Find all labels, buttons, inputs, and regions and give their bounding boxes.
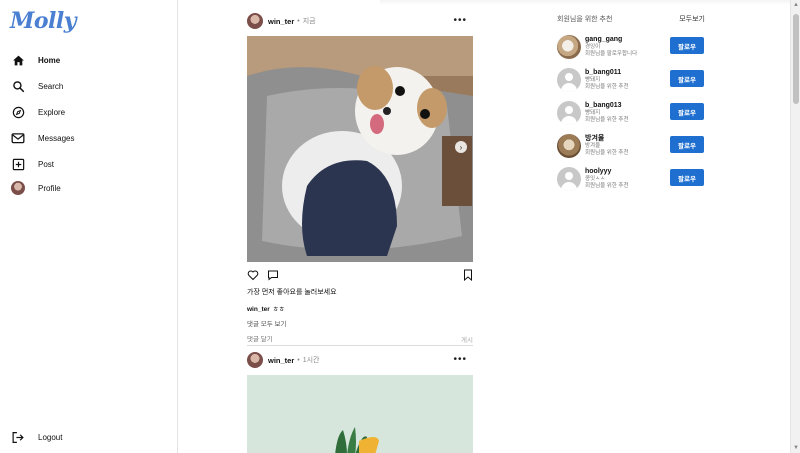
brand-logo[interactable]: Molly bbox=[10, 8, 77, 34]
sidebar-item-explore[interactable]: Explore bbox=[10, 102, 160, 122]
suggestion-item: 방겨울 방겨울 회원님을 위한 추천 팔로우 bbox=[557, 133, 705, 158]
next-image-button[interactable]: › bbox=[455, 141, 467, 153]
suggestion-username[interactable]: b_bang011 bbox=[585, 69, 629, 77]
likes-text: 가장 먼저 좋아요를 눌러보세요 bbox=[247, 289, 337, 296]
comment-input[interactable] bbox=[247, 336, 427, 343]
home-icon bbox=[10, 52, 26, 68]
suggestion-username[interactable]: b_bang013 bbox=[585, 102, 629, 110]
top-shadow bbox=[380, 0, 790, 5]
suggestion-nickname: 빵돼지 bbox=[585, 77, 601, 84]
follow-button[interactable]: 팔로우 bbox=[670, 103, 704, 120]
post-caption: win_ter ㅎㅎ bbox=[247, 303, 473, 313]
suggestions-panel: 회원님을 위한 추천 모두보기 gang_gang 경잉이 회원님을 팔로우합니… bbox=[557, 14, 705, 191]
scroll-up-icon[interactable]: ▲ bbox=[793, 2, 799, 8]
logout-label: Logout bbox=[38, 432, 63, 442]
illustration-photo bbox=[247, 375, 473, 453]
suggestion-nickname: 경잉이 bbox=[585, 44, 601, 51]
post-time: 지금 bbox=[302, 18, 316, 25]
suggestion-reason: 회원님을 위한 추천 bbox=[585, 116, 629, 123]
sidebar-item-messages[interactable]: Messages bbox=[10, 128, 160, 148]
post-image[interactable]: › bbox=[247, 36, 473, 262]
suggestion-username[interactable]: 방겨울 bbox=[585, 135, 629, 143]
view-comments-link[interactable]: 댓글 모두 보기 bbox=[247, 318, 473, 328]
post-header: win_ter • 1시간 ••• bbox=[247, 350, 473, 370]
post-image[interactable] bbox=[247, 375, 473, 453]
suggestion-nickname: 빵돼지 bbox=[585, 110, 601, 117]
post-author-name[interactable]: win_ter bbox=[268, 17, 294, 26]
sidebar: Molly Home Search Explore Messages Post bbox=[0, 0, 178, 453]
sidebar-item-profile[interactable]: Profile bbox=[10, 178, 160, 198]
separator-dot: • bbox=[297, 17, 300, 25]
follow-button[interactable]: 팔로우 bbox=[670, 169, 704, 186]
post-author-name[interactable]: win_ter bbox=[268, 356, 294, 365]
comment-post-button[interactable]: 게시 bbox=[461, 334, 473, 344]
sidebar-item-label: Search bbox=[38, 81, 64, 91]
suggestion-item: b_bang011 빵돼지 회원님을 위한 추천 팔로우 bbox=[557, 67, 705, 92]
sidebar-item-label: Explore bbox=[38, 107, 66, 117]
caption-username[interactable]: win_ter bbox=[247, 306, 270, 313]
follow-button[interactable]: 팔로우 bbox=[670, 70, 704, 87]
suggestion-username[interactable]: hoolyyy bbox=[585, 168, 629, 176]
follow-button[interactable]: 팔로우 bbox=[670, 136, 704, 153]
feed-post: win_ter • 지금 ••• › 가장 먼저 좋아요를 눌러보세요 win_… bbox=[247, 11, 473, 346]
compass-icon bbox=[10, 104, 26, 120]
dog-photo bbox=[247, 36, 473, 262]
suggestion-reason: 회원님을 팔로우합니다 bbox=[585, 50, 638, 57]
more-options-icon[interactable]: ••• bbox=[453, 354, 467, 365]
comment-icon[interactable] bbox=[267, 269, 279, 283]
sidebar-item-search[interactable]: Search bbox=[10, 76, 160, 96]
suggestion-item: b_bang013 빵돼지 회원님을 위한 추천 팔로우 bbox=[557, 100, 705, 125]
avatar[interactable] bbox=[557, 67, 581, 92]
suggestion-nickname: 방겨울 bbox=[585, 143, 601, 150]
avatar bbox=[10, 180, 26, 196]
caption-text: ㅎㅎ bbox=[272, 306, 285, 313]
avatar[interactable] bbox=[557, 100, 581, 125]
suggestion-item: hoolyyy 콩잇ㅅㅅ 회원님을 위한 추천 팔로우 bbox=[557, 166, 705, 191]
suggestion-username[interactable]: gang_gang bbox=[585, 36, 637, 44]
follow-button[interactable]: 팔로우 bbox=[670, 37, 704, 54]
post-author-avatar[interactable] bbox=[247, 352, 263, 368]
suggestion-reason: 회원님을 위한 추천 bbox=[585, 149, 629, 156]
sidebar-item-label: Messages bbox=[38, 133, 75, 143]
page-scrollbar[interactable]: ▲ ▼ bbox=[790, 0, 800, 453]
separator-dot: • bbox=[297, 356, 300, 364]
avatar[interactable] bbox=[557, 166, 581, 191]
suggestion-nickname: 콩잇ㅅㅅ bbox=[585, 176, 606, 183]
see-all-link[interactable]: 모두보기 bbox=[679, 14, 705, 26]
plus-square-icon bbox=[10, 156, 26, 172]
sidebar-item-label: Profile bbox=[38, 183, 61, 193]
post-actions bbox=[247, 266, 473, 286]
search-icon bbox=[10, 78, 26, 94]
sidebar-item-label: Post bbox=[38, 159, 55, 169]
logout-button[interactable]: Logout bbox=[10, 427, 160, 447]
avatar[interactable] bbox=[557, 34, 581, 59]
more-options-icon[interactable]: ••• bbox=[453, 15, 467, 26]
suggestions-title: 회원님을 위한 추천 bbox=[557, 16, 613, 23]
sidebar-item-label: Home bbox=[38, 55, 61, 65]
avatar[interactable] bbox=[557, 133, 581, 158]
scroll-thumb[interactable] bbox=[793, 14, 799, 104]
sidebar-item-home[interactable]: Home bbox=[10, 50, 160, 70]
sidebar-item-post[interactable]: Post bbox=[10, 154, 160, 174]
post-author-avatar[interactable] bbox=[247, 13, 263, 29]
suggestions-header: 회원님을 위한 추천 모두보기 bbox=[557, 14, 705, 26]
suggestion-item: gang_gang 경잉이 회원님을 팔로우합니다 팔로우 bbox=[557, 34, 705, 59]
heart-icon[interactable] bbox=[247, 269, 259, 283]
mail-icon bbox=[10, 130, 26, 146]
suggestion-reason: 회원님을 위한 추천 bbox=[585, 182, 629, 189]
post-header: win_ter • 지금 ••• bbox=[247, 11, 473, 31]
bookmark-icon[interactable] bbox=[463, 269, 473, 283]
suggestion-reason: 회원님을 위한 추천 bbox=[585, 83, 629, 90]
comment-row: 게시 bbox=[247, 334, 473, 346]
scroll-down-icon[interactable]: ▼ bbox=[793, 445, 799, 451]
logout-icon bbox=[10, 429, 26, 445]
feed-post: win_ter • 1시간 ••• bbox=[247, 350, 473, 453]
post-time: 1시간 bbox=[302, 357, 320, 364]
